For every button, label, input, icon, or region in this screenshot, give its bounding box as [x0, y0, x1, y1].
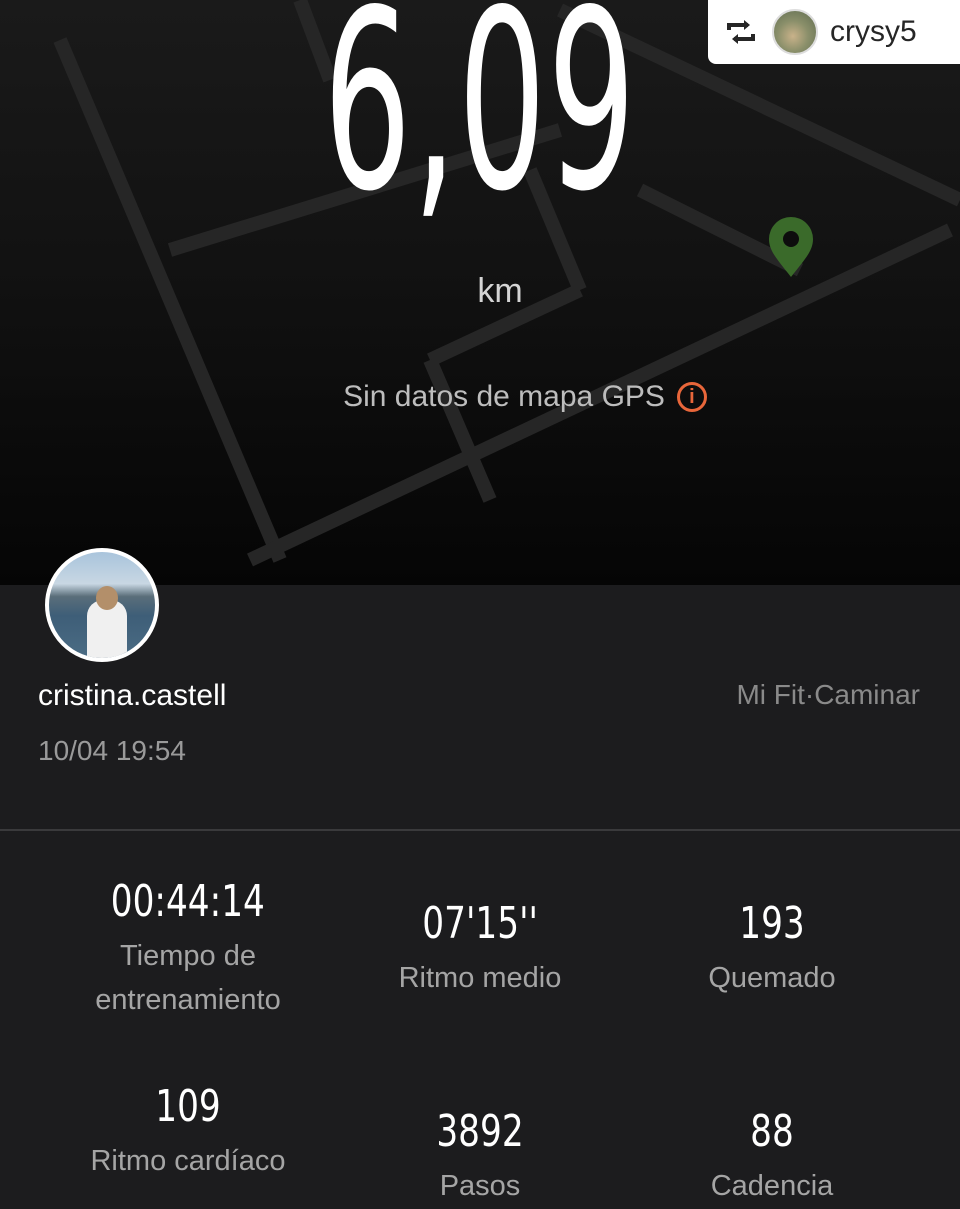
stat-label: Pasos — [439, 1170, 521, 1202]
stat-steps: 3892 Pasos — [320, 1106, 640, 1209]
stat-value: 193 — [739, 898, 805, 949]
profile-section: cristina.castell Mi Fit·Caminar 10/04 19… — [0, 548, 960, 830]
repost-avatar — [772, 9, 818, 55]
stat-average-pace: 07'15'' Ritmo medio — [320, 898, 640, 1001]
stat-heart-rate: 109 Ritmo cardíaco — [28, 1081, 348, 1184]
stat-label: Tiempo de — [120, 940, 256, 972]
stat-value: 88 — [750, 1106, 794, 1157]
repost-badge[interactable]: crysy5 — [708, 0, 960, 64]
stat-label: Ritmo cardíaco — [90, 1145, 286, 1177]
map-area: 6,09 km Sin datos de mapa GPS i — [0, 0, 960, 585]
stat-value: 109 — [155, 1081, 221, 1132]
stat-label-line2: entrenamiento — [95, 984, 281, 1016]
repost-username[interactable]: crysy5 — [830, 15, 917, 49]
distance-unit: km — [477, 272, 523, 310]
stats-grid: 00:44:14 Tiempo de entrenamiento 07'15''… — [0, 831, 960, 1202]
stat-label: Quemado — [708, 962, 836, 994]
activity-datetime: 10/04 19:54 — [38, 735, 186, 766]
stat-cadence: 88 Cadencia — [612, 1106, 932, 1209]
repost-icon — [727, 20, 755, 44]
activity-source: Mi Fit·Caminar — [736, 679, 920, 710]
avatar-head — [96, 586, 118, 610]
map-pin-icon — [769, 217, 813, 277]
stat-training-time: 00:44:14 Tiempo de entrenamiento — [28, 876, 348, 1023]
stat-value: 00:44:14 — [110, 876, 266, 927]
avatar[interactable] — [45, 548, 159, 662]
stat-value: 3892 — [436, 1106, 524, 1157]
user-name[interactable]: cristina.castell — [38, 679, 226, 713]
gps-status[interactable]: Sin datos de mapa GPS i — [0, 380, 960, 414]
stat-label: Ritmo medio — [398, 962, 562, 994]
distance-value: 6,09 — [323, 0, 637, 246]
stat-value: 07'15'' — [422, 898, 538, 949]
stat-label: Cadencia — [710, 1170, 834, 1202]
info-icon[interactable]: i — [676, 382, 707, 412]
stat-calories: 193 Quemado — [612, 898, 932, 1001]
gps-status-text: Sin datos de mapa GPS — [343, 380, 665, 413]
